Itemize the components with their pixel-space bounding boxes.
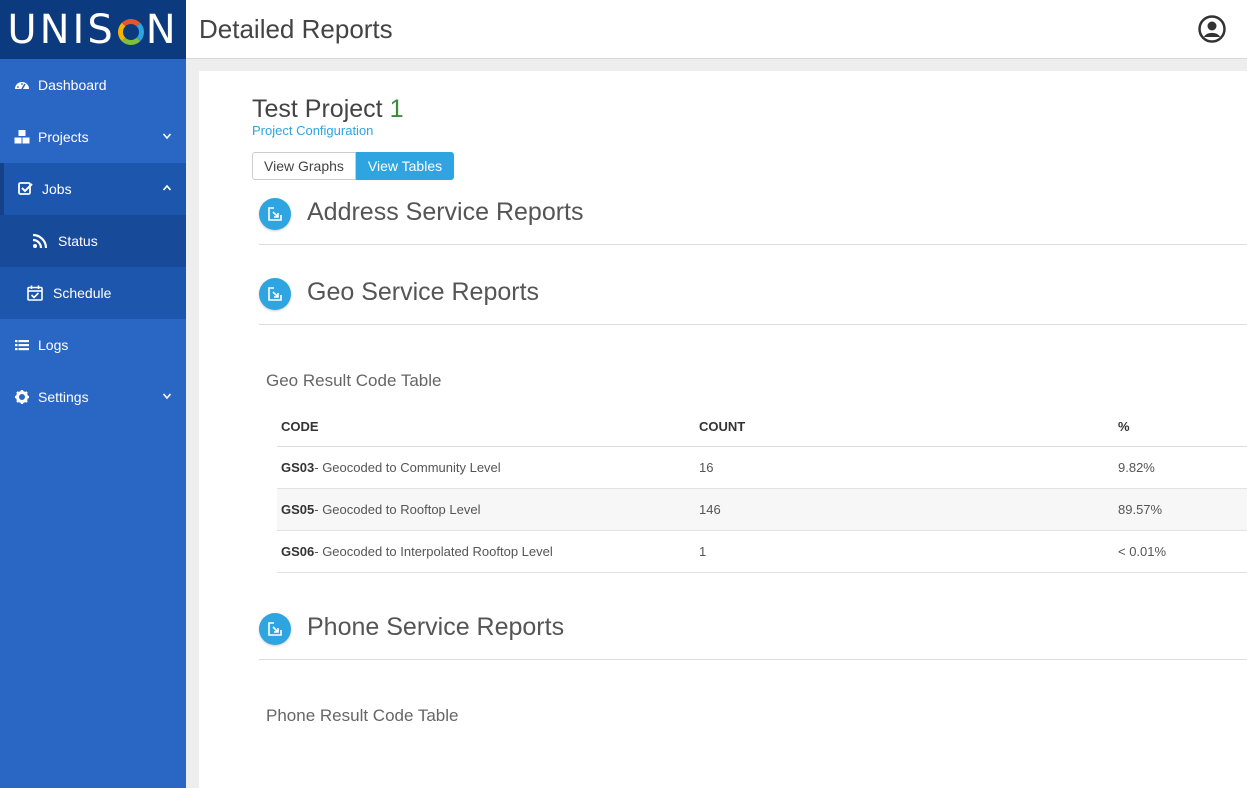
logo-text-right: N <box>145 6 179 53</box>
dashboard-icon <box>14 77 30 93</box>
gear-icon <box>14 389 30 405</box>
sidebar-item-label: Logs <box>38 337 69 353</box>
expand-section-icon[interactable] <box>259 198 291 230</box>
percent-cell: 9.82% <box>1114 446 1247 489</box>
view-tables-button[interactable]: View Tables <box>355 152 455 180</box>
view-toggle-group: View Graphs View Tables <box>252 152 455 180</box>
logo-bar: UNIS N <box>0 0 186 59</box>
main-content: Test Project 1 Project Configuration Vie… <box>199 71 1247 788</box>
project-configuration-link[interactable]: Project Configuration <box>252 123 373 138</box>
table-row: GS05- Geocoded to Rooftop Level 146 89.5… <box>277 488 1247 531</box>
percent-cell: 89.57% <box>1114 488 1247 531</box>
sidebar-item-projects[interactable]: Projects <box>0 111 186 163</box>
rss-icon <box>32 233 48 249</box>
address-service-section[interactable]: Address Service Reports <box>259 190 1247 245</box>
sidebar-item-dashboard[interactable]: Dashboard <box>0 59 186 111</box>
projects-icon <box>14 129 30 145</box>
list-icon <box>14 337 30 353</box>
sidebar-item-label: Jobs <box>42 181 72 197</box>
geo-service-section[interactable]: Geo Service Reports <box>259 270 1247 325</box>
section-title: Geo Service Reports <box>307 278 540 306</box>
sidebar: Dashboard Projects Jobs Status Schedule … <box>0 59 186 788</box>
phone-table-title: Phone Result Code Table <box>266 706 459 725</box>
sidebar-item-label: Status <box>58 233 98 249</box>
sidebar-item-label: Settings <box>38 389 89 405</box>
table-header-row: CODE COUNT % <box>277 406 1247 447</box>
expand-section-icon[interactable] <box>259 613 291 645</box>
code-cell: GS03- Geocoded to Community Level <box>277 446 695 489</box>
top-header: Detailed Reports <box>186 0 1247 59</box>
checkbox-icon <box>18 181 34 197</box>
chevron-down-icon <box>162 133 172 140</box>
calendar-check-icon <box>27 285 43 301</box>
sidebar-item-label: Schedule <box>53 285 112 301</box>
logo-ring-icon <box>117 18 144 45</box>
view-graphs-button[interactable]: View Graphs <box>252 152 356 180</box>
project-title: Test Project 1 <box>252 95 404 123</box>
section-title: Phone Service Reports <box>307 613 565 641</box>
section-title: Address Service Reports <box>307 198 584 226</box>
expand-section-icon[interactable] <box>259 278 291 310</box>
code-cell: GS06- Geocoded to Interpolated Rooftop L… <box>277 530 695 573</box>
logo-text-left: UNIS <box>7 6 116 53</box>
sidebar-item-label: Projects <box>38 129 89 145</box>
geo-result-code-table: CODE COUNT % GS03- Geocoded to Community… <box>277 406 1247 573</box>
sidebar-item-schedule[interactable]: Schedule <box>0 267 186 319</box>
column-header-code: CODE <box>277 406 695 447</box>
percent-cell: < 0.01% <box>1114 530 1247 573</box>
unison-logo: UNIS N <box>7 7 178 53</box>
page-title: Detailed Reports <box>199 13 393 44</box>
column-header-count: COUNT <box>695 406 1114 447</box>
code-cell: GS05- Geocoded to Rooftop Level <box>277 488 695 531</box>
sidebar-item-logs[interactable]: Logs <box>0 319 186 371</box>
sidebar-item-settings[interactable]: Settings <box>0 371 186 423</box>
count-cell: 1 <box>695 530 1114 573</box>
sidebar-item-status[interactable]: Status <box>0 215 186 267</box>
table-row: GS03- Geocoded to Community Level 16 9.8… <box>277 446 1247 489</box>
count-cell: 16 <box>695 446 1114 489</box>
table-row: GS06- Geocoded to Interpolated Rooftop L… <box>277 530 1247 573</box>
sidebar-item-jobs[interactable]: Jobs <box>0 163 186 215</box>
chevron-down-icon <box>162 393 172 400</box>
user-account-icon[interactable] <box>1198 15 1226 43</box>
chevron-up-icon <box>162 184 172 191</box>
geo-table-title: Geo Result Code Table <box>266 371 442 390</box>
sidebar-item-label: Dashboard <box>38 77 107 93</box>
count-cell: 146 <box>695 488 1114 531</box>
column-header-percent: % <box>1114 406 1247 447</box>
phone-service-section[interactable]: Phone Service Reports <box>259 605 1247 660</box>
